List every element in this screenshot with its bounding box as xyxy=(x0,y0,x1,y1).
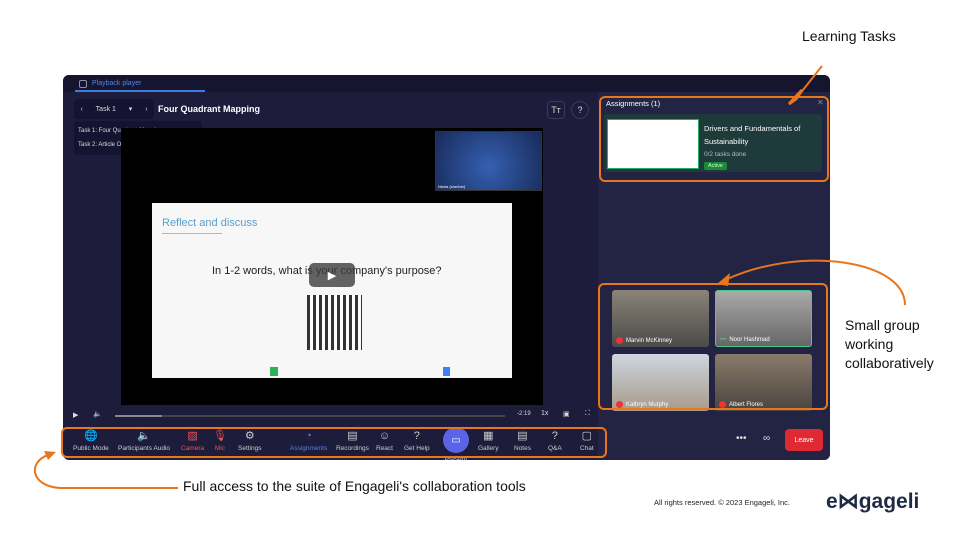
annotation-arrows xyxy=(33,65,906,489)
